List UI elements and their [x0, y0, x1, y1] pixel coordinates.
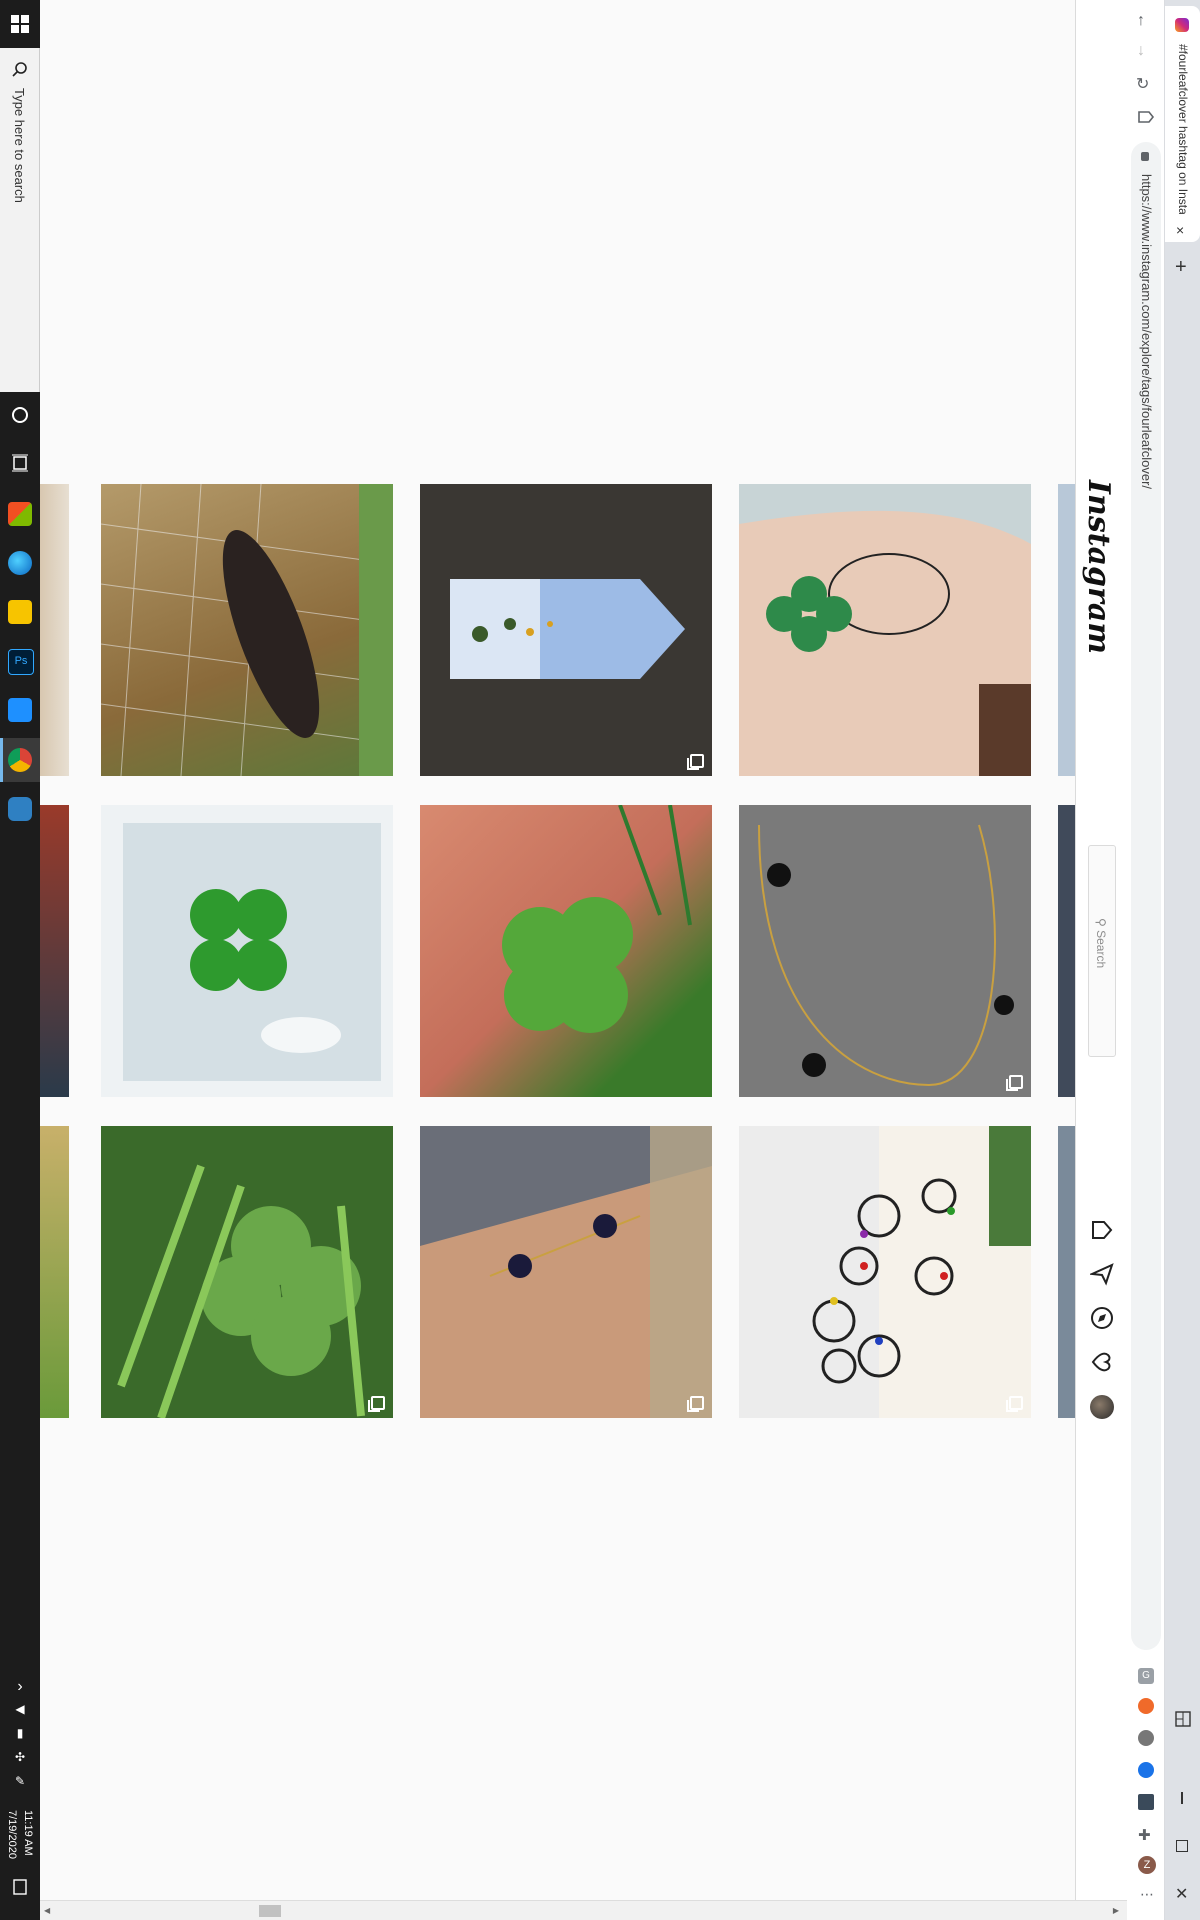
necklace-image — [758, 824, 1014, 1087]
instagram-logo[interactable]: Instagram — [1081, 480, 1116, 654]
scroll-right-arrow-icon[interactable]: ▶ — [1113, 1906, 1119, 1915]
instagram-search-input[interactable]: ⚲ Search — [1088, 845, 1116, 1057]
minimize-icon[interactable] — [1181, 1792, 1183, 1804]
post-tile-partial[interactable] — [1058, 484, 1075, 776]
start-button[interactable] — [0, 0, 40, 48]
instagram-nav: Instagram ⚲ Search — [1075, 0, 1127, 1900]
extension-icon-g[interactable]: G — [1138, 1668, 1154, 1684]
clover-dish-image — [123, 823, 381, 1081]
windows-icon — [11, 15, 29, 33]
address-bar[interactable]: https://www.instagram.com/explore/tags/f… — [1131, 142, 1161, 1650]
cast-icon[interactable] — [1137, 108, 1155, 126]
restore-icon[interactable] — [1176, 1840, 1188, 1852]
tab-search-icon[interactable] — [1174, 1710, 1192, 1728]
direct-message-icon[interactable] — [1090, 1262, 1114, 1286]
new-tab-button[interactable]: + — [1175, 256, 1187, 279]
tab-strip: #fourleafclover hashtag on Insta × + ✕ — [1165, 0, 1200, 1920]
windows-taskbar: Type here to search Ps › ◀ ▮ ✣ ✎ 11:19 A… — [0, 0, 40, 1920]
post-tile-rings[interactable] — [739, 1126, 1031, 1418]
back-arrow-icon[interactable]: ↑ — [1137, 12, 1145, 30]
clover-grass-image — [117, 1164, 365, 1418]
post-tile-clover-dish[interactable] — [101, 805, 393, 1097]
scroll-left-arrow-icon[interactable]: ◀ — [44, 1906, 50, 1915]
store-icon[interactable] — [8, 502, 32, 526]
battery-icon[interactable]: ▮ — [0, 1726, 40, 1740]
active-tab[interactable]: #fourleafclover hashtag on Insta × — [1165, 6, 1200, 242]
post-tile-clover-grass[interactable] — [101, 1126, 393, 1418]
bracelet-image — [420, 1126, 712, 1418]
cat-fence-image — [101, 484, 393, 776]
menu-kebab-icon[interactable]: ⋯ — [1140, 1886, 1154, 1903]
chevron-up-icon[interactable]: › — [0, 1678, 40, 1696]
multiple-posts-icon — [1006, 1075, 1023, 1091]
search-placeholder: ⚲ Search — [1094, 918, 1108, 969]
rings-image — [812, 1126, 1031, 1418]
task-view-icon[interactable] — [11, 454, 29, 472]
instagram-favicon-icon — [1175, 18, 1189, 32]
tattoo-image — [739, 484, 1031, 776]
close-window-icon[interactable]: ✕ — [1175, 1884, 1188, 1904]
multiple-posts-icon — [687, 754, 704, 770]
extensions-puzzle-icon[interactable]: ✚ — [1138, 1826, 1151, 1844]
extension-icon-blue[interactable] — [1138, 1762, 1154, 1778]
search-icon — [12, 62, 27, 77]
bookmark-image — [450, 579, 685, 679]
profile-icon[interactable]: Z — [1138, 1856, 1156, 1874]
settings-app-icon[interactable] — [8, 797, 32, 821]
browser-toolbar: ↑ ↓ ↻ https://www.instagram.com/explore/… — [1127, 0, 1165, 1920]
extension-icon-orange[interactable] — [1138, 1698, 1154, 1714]
volume-icon[interactable]: ◀ — [0, 1702, 40, 1716]
instagram-explore-page — [40, 0, 1075, 1900]
post-tile-cat-fence[interactable] — [101, 484, 393, 776]
post-tile-partial[interactable] — [40, 805, 69, 1097]
edge-icon[interactable] — [8, 551, 32, 575]
post-tile-bookmark[interactable] — [420, 484, 712, 776]
search-placeholder-text: Search — [1094, 930, 1108, 969]
multiple-posts-icon — [368, 1396, 385, 1412]
scrollbar-thumb[interactable] — [259, 1905, 281, 1917]
post-tile-necklace[interactable] — [739, 805, 1031, 1097]
chrome-icon[interactable] — [8, 748, 32, 772]
close-tab-icon[interactable]: × — [1176, 222, 1184, 238]
post-tile-partial[interactable] — [40, 1126, 69, 1418]
multiple-posts-icon — [687, 1396, 704, 1412]
forward-arrow-icon[interactable]: ↓ — [1137, 42, 1145, 60]
taskbar-clock-date[interactable]: 7/19/2020 — [6, 1810, 18, 1859]
pen-icon[interactable]: ✎ — [0, 1774, 40, 1788]
post-tile-partial[interactable] — [1058, 805, 1075, 1097]
post-tile-partial[interactable] — [40, 484, 69, 776]
clover-palm-image — [502, 805, 692, 1033]
post-tile-clover-palm[interactable] — [420, 805, 712, 1097]
taskbar-clock-time[interactable]: 11:19 AM — [22, 1810, 34, 1856]
network-icon[interactable]: ✣ — [0, 1750, 40, 1764]
reload-icon[interactable]: ↻ — [1136, 74, 1149, 94]
app-icon[interactable] — [8, 698, 32, 722]
lock-icon — [1141, 152, 1149, 161]
tab-title: #fourleafclover hashtag on Insta — [1176, 44, 1190, 214]
file-explorer-icon[interactable] — [8, 600, 32, 624]
horizontal-scrollbar[interactable]: ◀ ▶ — [40, 1900, 1127, 1920]
photoshop-icon[interactable]: Ps — [8, 649, 34, 675]
taskbar-search-placeholder: Type here to search — [12, 88, 27, 203]
notification-center-icon[interactable] — [11, 1878, 29, 1896]
home-icon[interactable] — [1090, 1218, 1114, 1242]
taskbar-search-box[interactable]: Type here to search — [0, 0, 40, 392]
url-text[interactable]: https://www.instagram.com/explore/tags/f… — [1139, 174, 1154, 489]
explore-compass-icon[interactable] — [1090, 1306, 1114, 1330]
multiple-posts-icon — [1006, 1396, 1023, 1412]
profile-avatar[interactable] — [1090, 1395, 1114, 1419]
cortana-icon[interactable] — [11, 406, 29, 424]
post-tile-tattoo[interactable] — [739, 484, 1031, 776]
activity-heart-icon[interactable] — [1090, 1350, 1114, 1374]
post-tile-partial[interactable] — [1058, 1126, 1075, 1418]
extension-icon-dark[interactable] — [1138, 1794, 1154, 1810]
extension-icon-gray[interactable] — [1138, 1730, 1154, 1746]
post-tile-bracelet[interactable] — [420, 1126, 712, 1418]
